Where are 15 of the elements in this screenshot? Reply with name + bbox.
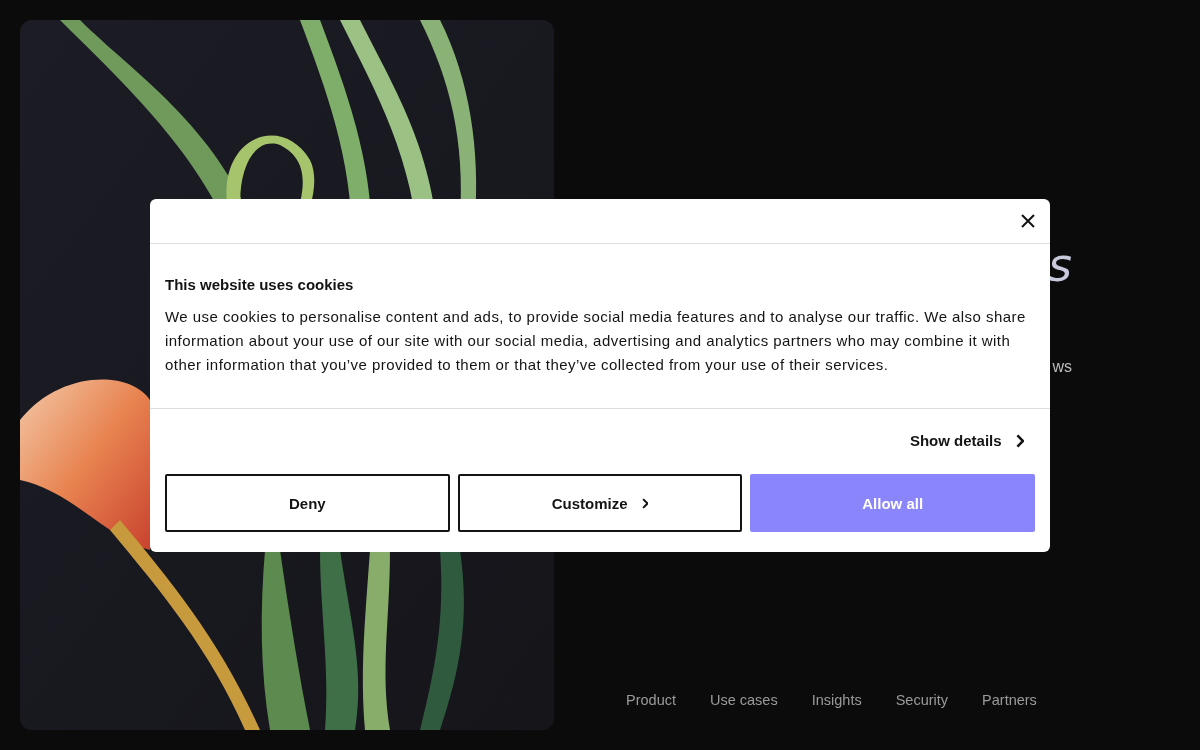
nav-link[interactable]: Security: [895, 692, 949, 708]
show-details-link[interactable]: Show details: [909, 432, 1024, 449]
nav-link[interactable]: Partners: [982, 692, 1037, 708]
dialog-title: This website uses cookies: [165, 276, 355, 293]
dialog-text: We use cookies to personalise content and ads, to provide social media features and to analyse our traffic. We also share information about your use of our site with our social media, advertising and analytics partners who may combine it with other information that you’ve provided to them or that they’ve collected from your use of their services.: [165, 307, 1027, 375]
hero-heading: s: [1048, 237, 1072, 294]
chevron-right-icon: [1015, 433, 1024, 448]
deny-button[interactable]: Deny: [165, 474, 450, 532]
nav-link[interactable]: Insights: [811, 692, 862, 708]
nav-link[interactable]: Product: [626, 692, 676, 708]
close-icon: [1020, 213, 1036, 229]
chevron-right-icon: [641, 497, 649, 509]
hero-text: ws: [1052, 357, 1072, 377]
customize-button[interactable]: Customize: [457, 474, 743, 532]
nav-link[interactable]: Use cases: [710, 692, 778, 708]
